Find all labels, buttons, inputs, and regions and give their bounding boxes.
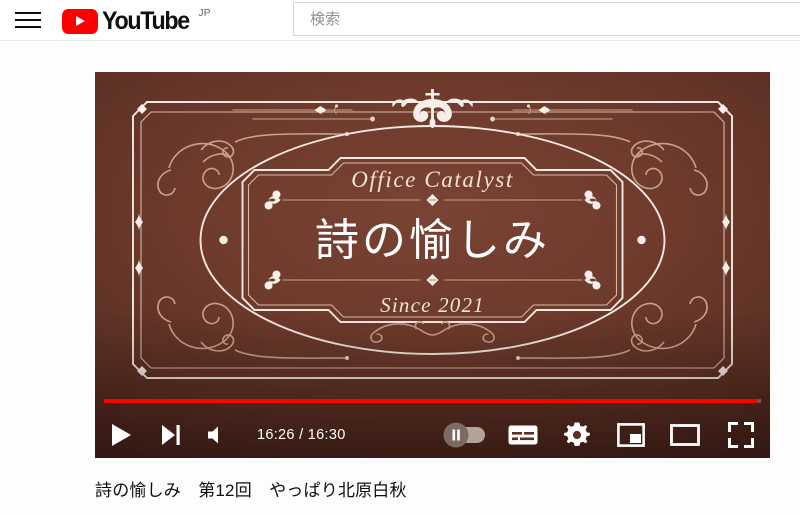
header-divider xyxy=(0,40,800,41)
fullscreen-button[interactable] xyxy=(712,412,770,458)
theater-mode-button[interactable] xyxy=(658,412,712,458)
youtube-play-icon xyxy=(62,9,98,34)
video-title: 詩の愉しみ 第12回 やっぱり北原白秋 xyxy=(95,481,407,500)
miniplayer-button[interactable] xyxy=(604,412,658,458)
volume-button[interactable] xyxy=(195,412,241,458)
theater-icon xyxy=(670,424,700,446)
fullscreen-icon xyxy=(728,422,754,448)
search-box[interactable] xyxy=(293,2,800,36)
progress-played xyxy=(104,399,759,403)
player-controls-bar: 16:26 / 16:30 xyxy=(95,412,770,458)
time-display: 16:26 / 16:30 xyxy=(257,427,346,443)
hamburger-line xyxy=(15,12,41,14)
subtitles-button[interactable] xyxy=(496,412,550,458)
gear-icon xyxy=(564,422,590,446)
play-icon xyxy=(112,424,131,446)
video-player[interactable]: .orn { fill:none; stroke:#c9a08c; stroke… xyxy=(95,72,770,458)
youtube-wordmark: YouTube xyxy=(102,7,190,35)
hamburger-line xyxy=(15,26,41,28)
subtitles-icon xyxy=(508,425,538,445)
autoplay-toggle[interactable] xyxy=(440,412,496,458)
play-button[interactable] xyxy=(95,412,147,458)
next-icon xyxy=(162,425,180,445)
volume-icon xyxy=(208,426,218,444)
miniplayer-icon xyxy=(617,423,645,447)
hamburger-menu-icon[interactable] xyxy=(15,8,49,32)
autoplay-icon xyxy=(443,422,485,448)
settings-button[interactable] xyxy=(550,412,604,458)
search-input[interactable] xyxy=(308,9,752,29)
next-video-button[interactable] xyxy=(147,412,195,458)
hamburger-line xyxy=(15,19,41,21)
youtube-logo[interactable]: YouTube JP xyxy=(62,7,211,35)
progress-bar[interactable] xyxy=(95,397,770,403)
youtube-country-code: JP xyxy=(198,8,211,19)
youtube-header: YouTube JP xyxy=(0,0,800,40)
